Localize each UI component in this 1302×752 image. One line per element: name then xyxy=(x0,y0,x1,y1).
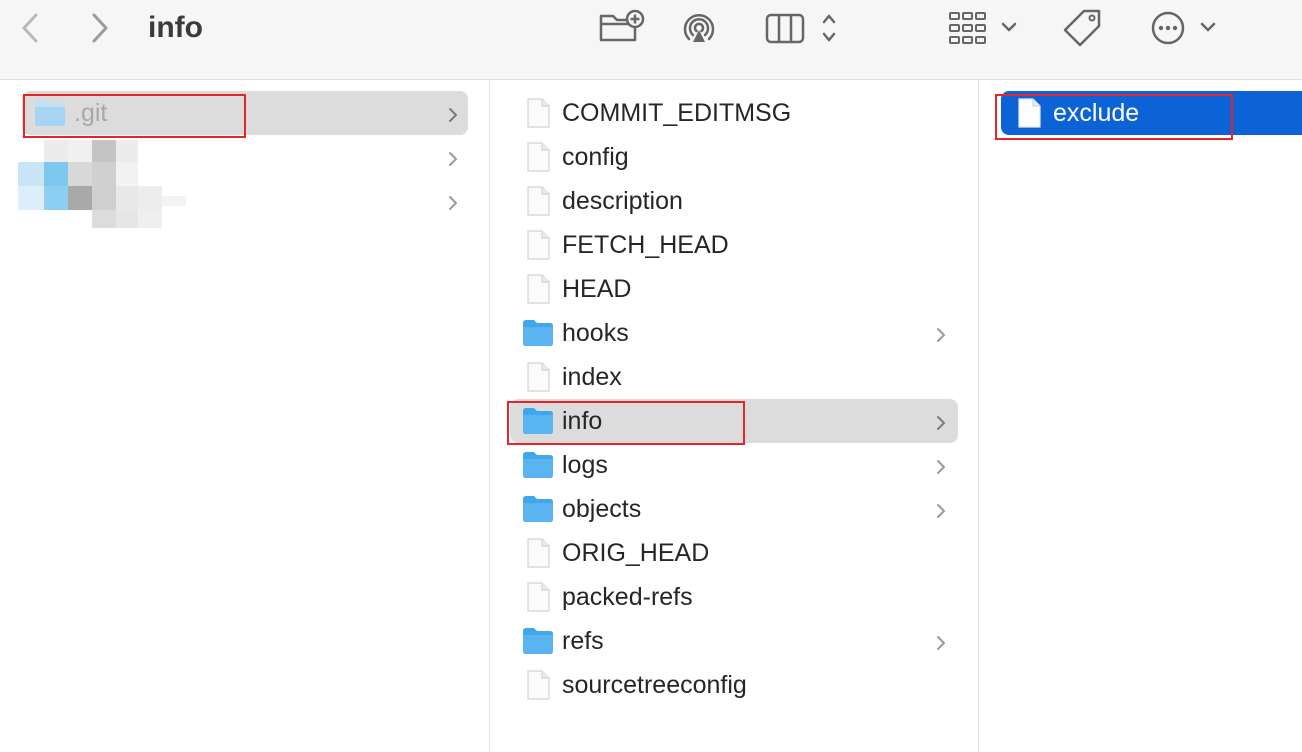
file-icon xyxy=(1013,98,1045,128)
chevron-right-icon xyxy=(446,191,460,211)
list-item[interactable]: description xyxy=(510,179,958,223)
grid-group-icon[interactable] xyxy=(947,10,1023,46)
list-item[interactable]: info xyxy=(510,399,958,443)
item-label: info xyxy=(562,407,603,435)
list-item[interactable]: FETCH_HEAD xyxy=(510,223,958,267)
list-item[interactable]: logs xyxy=(510,443,958,487)
item-label: exclude xyxy=(1053,99,1140,127)
item-label: sourcetreeconfig xyxy=(562,671,747,699)
list-item[interactable]: objects xyxy=(510,487,958,531)
item-label: objects xyxy=(562,495,642,523)
column-3: exclude xyxy=(979,80,1302,752)
folder-icon xyxy=(522,450,554,480)
list-item[interactable]: index xyxy=(510,355,958,399)
list-item[interactable]: ORIG_HEAD xyxy=(510,531,958,575)
item-label: .git xyxy=(74,99,108,127)
file-icon xyxy=(522,362,554,392)
airdrop-icon[interactable] xyxy=(679,8,719,46)
folder-icon xyxy=(522,406,554,436)
chevron-right-icon xyxy=(934,499,948,519)
folder-icon xyxy=(522,318,554,348)
list-item[interactable]: config xyxy=(510,135,958,179)
redacted-mosaic xyxy=(18,136,188,230)
tag-icon[interactable] xyxy=(1062,8,1104,48)
chevron-right-icon xyxy=(446,103,460,123)
item-label: index xyxy=(562,363,622,391)
chevron-right-icon xyxy=(934,411,948,431)
window-title: info xyxy=(148,11,203,44)
item-label: FETCH_HEAD xyxy=(562,231,729,259)
item-label: refs xyxy=(562,627,604,655)
list-item[interactable]: refs xyxy=(510,619,958,663)
list-item[interactable]: sourcetreeconfig xyxy=(510,663,958,707)
folder-icon xyxy=(522,494,554,524)
item-label: description xyxy=(562,187,683,215)
file-icon xyxy=(522,98,554,128)
item-label: ORIG_HEAD xyxy=(562,539,710,567)
chevron-left-icon[interactable] xyxy=(16,12,44,44)
list-item[interactable]: .git xyxy=(22,91,468,135)
column-view-icon[interactable] xyxy=(765,11,845,45)
list-item[interactable]: hooks xyxy=(510,311,958,355)
chevron-right-icon[interactable] xyxy=(86,12,114,44)
list-item[interactable]: COMMIT_EDITMSG xyxy=(510,91,958,135)
folder-icon xyxy=(34,98,66,128)
file-icon xyxy=(522,582,554,612)
file-icon xyxy=(522,274,554,304)
chevron-right-icon xyxy=(934,631,948,651)
item-label: HEAD xyxy=(562,275,632,303)
folder-icon xyxy=(522,626,554,656)
file-icon xyxy=(522,670,554,700)
ellipsis-circle-icon[interactable] xyxy=(1150,9,1222,47)
list-item[interactable]: HEAD xyxy=(510,267,958,311)
item-label: hooks xyxy=(562,319,629,347)
new-folder-icon[interactable] xyxy=(598,9,646,45)
toolbar: info xyxy=(0,0,1302,80)
item-label: COMMIT_EDITMSG xyxy=(562,99,792,127)
column-2: COMMIT_EDITMSG config description FETCH_… xyxy=(490,80,979,752)
file-icon xyxy=(522,230,554,260)
item-label: logs xyxy=(562,451,608,479)
list-item[interactable]: exclude xyxy=(1001,91,1302,135)
chevron-right-icon xyxy=(934,455,948,475)
file-icon xyxy=(522,186,554,216)
list-item[interactable]: packed-refs xyxy=(510,575,958,619)
item-label: packed-refs xyxy=(562,583,693,611)
chevron-right-icon xyxy=(934,323,948,343)
file-icon xyxy=(522,142,554,172)
chevron-right-icon xyxy=(446,147,460,167)
column-1: .git xyxy=(0,80,490,752)
item-label: config xyxy=(562,143,629,171)
file-icon xyxy=(522,538,554,568)
